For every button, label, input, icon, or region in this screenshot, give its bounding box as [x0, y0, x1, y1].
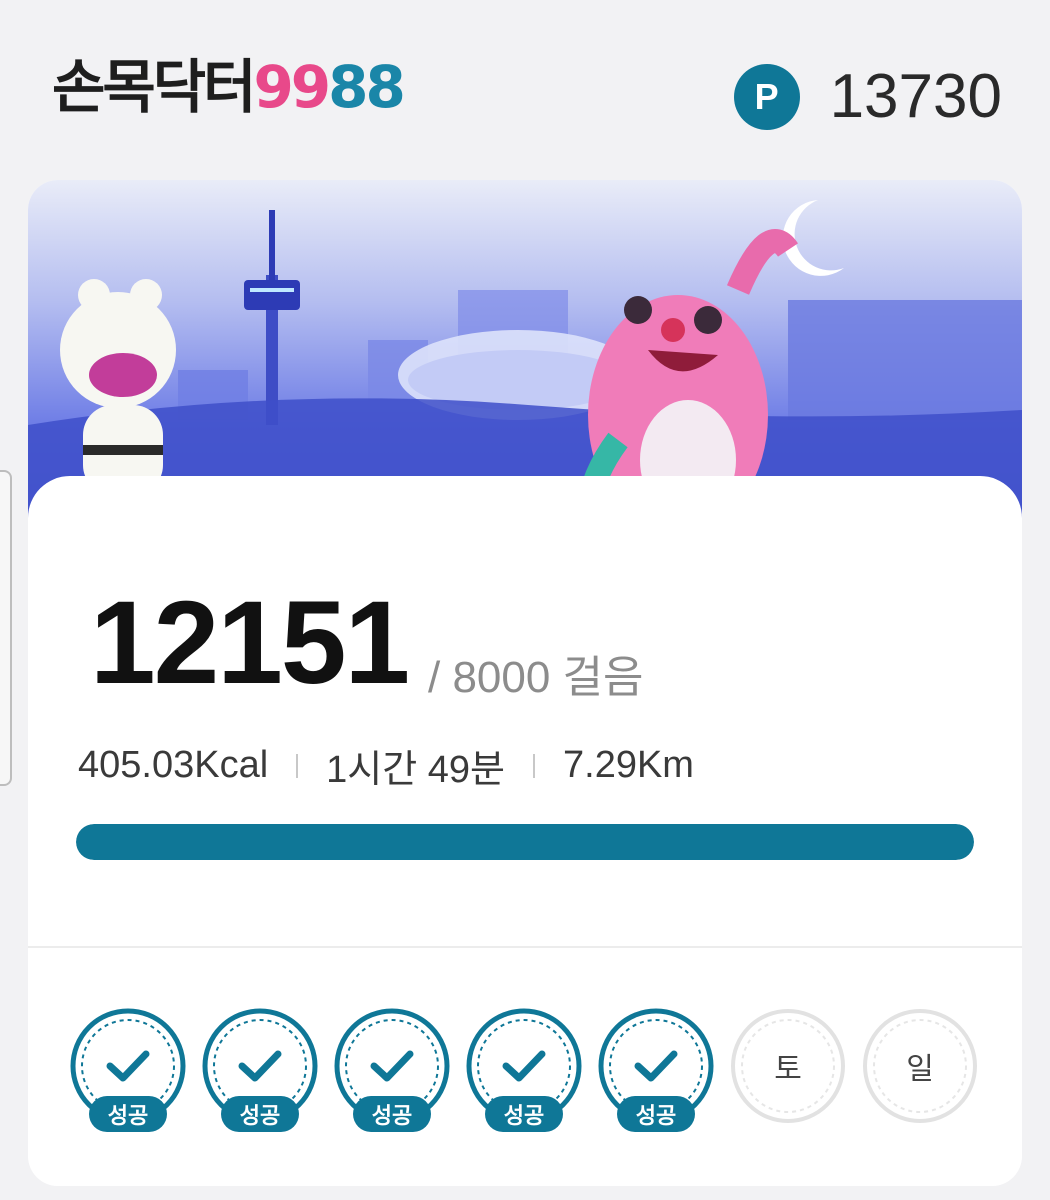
- checkmark-icon: [370, 1050, 414, 1082]
- logo-text: 손목닥터: [52, 53, 256, 121]
- success-label: 성공: [485, 1096, 563, 1132]
- side-scroll-handle[interactable]: [0, 470, 12, 786]
- success-label: 성공: [89, 1096, 167, 1132]
- step-progress-fill: [76, 824, 974, 860]
- day-badge[interactable]: 일: [862, 1008, 978, 1124]
- points-value: 13730: [829, 62, 1002, 131]
- app-logo[interactable]: 손목닥터9988: [52, 58, 406, 116]
- activity-stats: 405.03Kcal 1시간 49분 7.29Km: [78, 738, 694, 793]
- duration-value: 1시간 49분: [326, 749, 505, 791]
- logo-number-teal: 88: [328, 53, 406, 121]
- checkmark-icon: [106, 1050, 150, 1082]
- success-label: 성공: [353, 1096, 431, 1132]
- checkmark-icon: [238, 1050, 282, 1082]
- day-badge[interactable]: 토: [730, 1008, 846, 1124]
- step-count: 12151: [90, 577, 410, 709]
- checkmark-icon: [634, 1050, 678, 1082]
- stats-divider: [533, 753, 535, 778]
- step-goal: / 8000 걸음: [428, 653, 644, 702]
- steps-panel: 12151 / 8000 걸음 405.03Kcal 1시간 49분 7.29K…: [28, 476, 1022, 1186]
- day-name: 일: [906, 1052, 934, 1087]
- points-icon: P: [733, 64, 800, 130]
- success-label: 성공: [221, 1096, 299, 1132]
- weekly-goal-tracker: 성공 성공 성공 성공 성공 토 일: [70, 1008, 994, 1132]
- checkmark-icon: [502, 1050, 546, 1082]
- logo-number-pink: 99: [253, 53, 331, 121]
- step-progress-bar: [76, 824, 974, 860]
- points-display[interactable]: P 13730: [733, 62, 1002, 131]
- success-label: 성공: [617, 1096, 695, 1132]
- app-header: 손목닥터9988 P 13730: [0, 0, 1050, 180]
- day-success-badge[interactable]: 성공: [202, 1008, 318, 1132]
- day-name: 토: [774, 1052, 802, 1087]
- section-divider: [28, 946, 1022, 948]
- day-success-badge[interactable]: 성공: [334, 1008, 450, 1132]
- day-success-badge[interactable]: 성공: [598, 1008, 714, 1132]
- step-card: 12151 / 8000 걸음 405.03Kcal 1시간 49분 7.29K…: [28, 180, 1022, 1186]
- distance-value: 7.29Km: [563, 744, 694, 786]
- stats-divider: [296, 753, 299, 778]
- calories-value: 405.03Kcal: [78, 744, 269, 786]
- day-success-badge[interactable]: 성공: [466, 1008, 582, 1132]
- day-success-badge[interactable]: 성공: [70, 1008, 186, 1132]
